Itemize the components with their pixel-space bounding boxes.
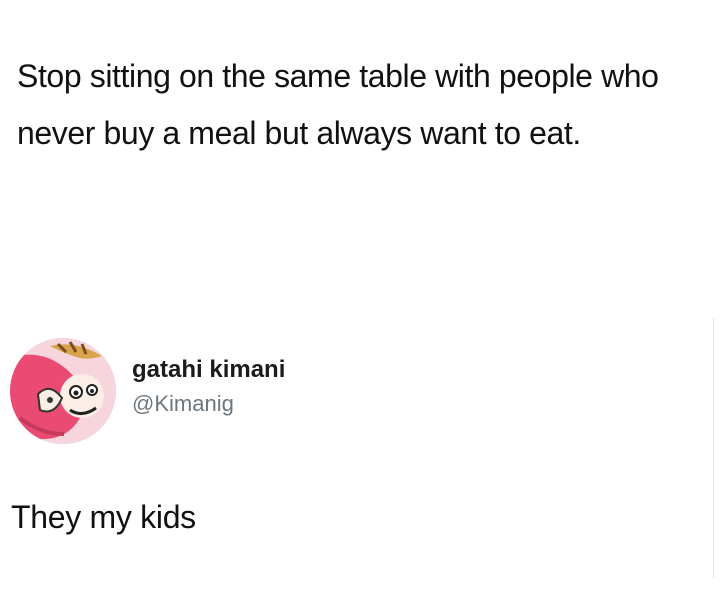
cartoon-avatar-icon[interactable] — [10, 338, 116, 444]
reply-handle[interactable]: @Kimanig — [132, 389, 285, 419]
original-tweet-text: Stop sitting on the same table with peop… — [17, 58, 659, 151]
reply-display-name[interactable]: gatahi kimani — [132, 355, 285, 385]
reply-tweet-text: They my kids — [11, 499, 196, 535]
reply-tweet-card[interactable]: gatahi kimani @Kimanig They my kids — [0, 325, 720, 598]
